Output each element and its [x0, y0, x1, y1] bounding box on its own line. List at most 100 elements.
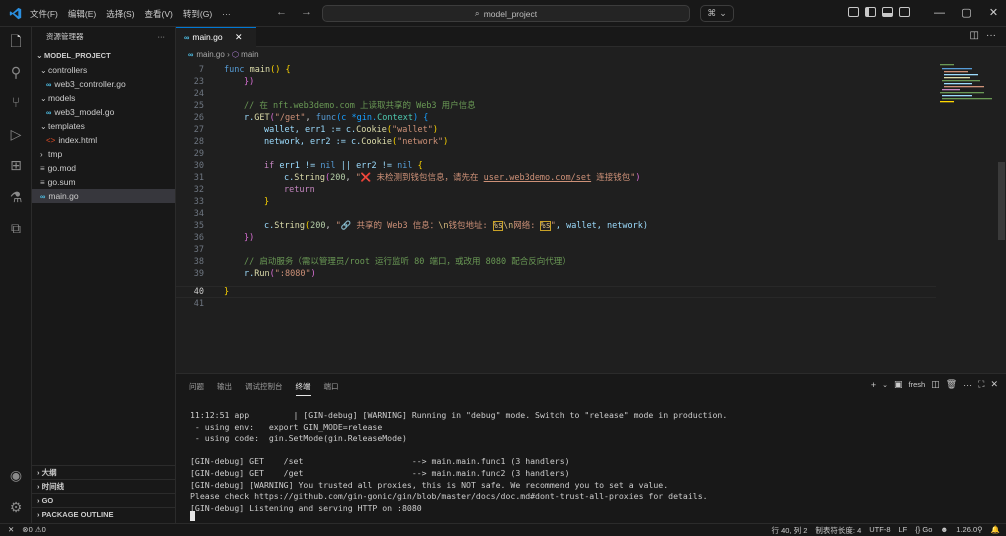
terminal-shell-name[interactable]: fresh	[909, 380, 926, 389]
tab-main-go[interactable]: ∞ main.go ✕	[176, 27, 256, 47]
window-controls: — ▢ ✕	[926, 0, 1006, 27]
terminal-line: 11:12:51 app | [GIN-debug] [WARNING] Run…	[190, 410, 728, 420]
go-file-icon: ∞	[40, 192, 46, 201]
search-icon[interactable]: ⚲	[8, 64, 24, 80]
outline-section[interactable]: › 大纲	[32, 465, 175, 479]
settings-gear-icon[interactable]: ⚙	[8, 499, 24, 515]
code-line: // 启动服务（需以管理员/root 运行监听 80 端口，或改用 8080 配…	[244, 257, 571, 267]
chevron-down-icon[interactable]: ⌄	[882, 381, 888, 389]
testing-icon[interactable]: ⚗	[8, 189, 24, 205]
tab-output[interactable]: 输出	[217, 381, 232, 396]
menu-edit[interactable]: 编辑(E)	[68, 8, 96, 20]
split-terminal-icon[interactable]: ◫	[931, 379, 940, 390]
back-arrow-icon[interactable]: ←	[276, 6, 287, 18]
end-of-line[interactable]: LF	[899, 525, 908, 536]
project-root[interactable]: ⌄MODEL_PROJECT	[32, 49, 175, 63]
braces-icon: {}	[915, 525, 921, 534]
terminal-line: Please check https://github.com/gin-goni…	[190, 491, 708, 502]
extensions-icon[interactable]: ⊞	[8, 157, 24, 173]
explorer-header: 资源管理器 ···	[32, 27, 175, 47]
problems-indicator[interactable]: ⊗0 ⚠0	[22, 525, 45, 534]
minimize-icon[interactable]: —	[926, 0, 953, 27]
menu-selection[interactable]: 选择(S)	[106, 8, 134, 20]
code-editor[interactable]: 7 23 24 25 26 27 28 29 30 31 32 33 34 35…	[176, 62, 936, 372]
notifications-bell-icon[interactable]: 🔔	[991, 525, 1000, 536]
terminal-output[interactable]: 11:12:51 app | [GIN-debug] [WARNING] Run…	[190, 410, 727, 514]
encoding[interactable]: UTF-8	[869, 525, 890, 536]
maximize-panel-icon[interactable]: ⛶	[978, 379, 984, 390]
tree-item-web3-model[interactable]: ∞ web3_model.go	[32, 105, 175, 119]
run-debug-icon[interactable]: ▷	[8, 126, 24, 142]
package-outline-section[interactable]: › PACKAGE OUTLINE	[32, 507, 175, 521]
tree-item-index-html[interactable]: <> index.html	[32, 133, 175, 147]
go-version[interactable]: 1.26.0⚲	[956, 525, 982, 536]
tab-debug-console[interactable]: 调试控制台	[245, 381, 283, 396]
indentation[interactable]: 制表符长度: 4	[815, 525, 861, 536]
toggle-sidebar-icon[interactable]	[865, 7, 876, 17]
line-number: 34	[193, 209, 204, 219]
search-icon: ⌕	[474, 8, 480, 18]
function-symbol-icon: ⬡	[231, 50, 239, 59]
source-control-icon[interactable]: ⑂	[8, 94, 24, 110]
split-editor-icon[interactable]: ◫	[970, 30, 979, 41]
tree-item-web3-controller[interactable]: ∞ web3_controller.go	[32, 77, 175, 91]
menu-more[interactable]: ···	[222, 9, 231, 19]
more-actions-icon[interactable]: ···	[158, 27, 166, 47]
line-number: 29	[193, 149, 204, 159]
forward-arrow-icon[interactable]: →	[301, 6, 312, 18]
editor-scrollbar[interactable]	[998, 162, 1005, 240]
timeline-section[interactable]: › 时间线	[32, 479, 175, 493]
line-number: 23	[193, 77, 204, 87]
breadcrumb-file[interactable]: main.go	[196, 50, 224, 59]
new-terminal-icon[interactable]: +	[871, 380, 876, 390]
tab-terminal[interactable]: 终端	[295, 381, 311, 396]
line-number: 41	[193, 299, 204, 309]
warning-icon: ⚠	[34, 525, 42, 534]
close-panel-icon[interactable]: ✕	[990, 379, 998, 390]
tree-item-go-sum[interactable]: ≡ go.sum	[32, 175, 175, 189]
language-mode[interactable]: {} Go	[915, 525, 932, 536]
tree-item-go-mod[interactable]: ≡ go.mod	[32, 161, 175, 175]
close-icon[interactable]: ✕	[980, 0, 1006, 27]
line-number: 7	[198, 65, 204, 75]
tab-ports[interactable]: 端口	[324, 381, 339, 396]
copilot-button[interactable]: ⌘ ⌄	[700, 5, 734, 22]
breadcrumb-symbol[interactable]: main	[241, 50, 258, 59]
vscode-logo-icon	[9, 7, 22, 20]
tree-item-templates[interactable]: ⌄templates	[32, 119, 175, 133]
explorer-icon[interactable]: 🗋	[8, 33, 24, 49]
tree-item-tmp[interactable]: › tmp	[32, 147, 175, 161]
restore-icon[interactable]: ▢	[953, 0, 980, 27]
remote-indicator-icon[interactable]: ✕	[8, 525, 14, 534]
code-line: }	[264, 197, 270, 207]
command-center-search[interactable]: ⌕ model_project	[322, 5, 690, 22]
chevron-down-icon: ⌄	[40, 94, 47, 103]
go-file-icon: ∞	[184, 33, 190, 42]
tree-item-controllers[interactable]: ⌄controllers	[32, 63, 175, 77]
trash-icon[interactable]: 🗑	[946, 379, 957, 390]
more-actions-icon[interactable]: ···	[963, 380, 972, 390]
code-line: func main() {	[224, 65, 291, 75]
code-line: network, err2 := c.Cookie("network")	[264, 137, 449, 147]
code-line: })	[244, 233, 255, 243]
tree-item-main-go[interactable]: ∞ main.go	[32, 189, 175, 203]
toggle-secondary-sidebar-icon[interactable]	[899, 7, 910, 17]
more-actions-icon[interactable]: ···	[986, 30, 996, 41]
go-section[interactable]: › GO	[32, 493, 175, 507]
tree-item-models[interactable]: ⌄models	[32, 91, 175, 105]
menu-go[interactable]: 转到(G)	[183, 8, 212, 20]
menu-file[interactable]: 文件(F)	[30, 8, 58, 20]
terminal-cursor	[190, 511, 195, 521]
current-line-highlight	[176, 286, 936, 298]
tab-problems[interactable]: 问题	[189, 381, 204, 396]
copilot-status-icon[interactable]: ☻	[940, 525, 948, 536]
close-tab-icon[interactable]: ✕	[235, 32, 243, 42]
minimap[interactable]	[936, 62, 998, 372]
cursor-position[interactable]: 行 40, 列 2	[772, 525, 808, 536]
menu-view[interactable]: 查看(V)	[145, 8, 173, 20]
customize-layout-icon[interactable]	[848, 7, 859, 17]
toggle-panel-icon[interactable]	[882, 7, 893, 17]
remote-explorer-icon[interactable]: ⧉	[8, 220, 24, 236]
account-icon[interactable]: ◉	[8, 467, 24, 483]
